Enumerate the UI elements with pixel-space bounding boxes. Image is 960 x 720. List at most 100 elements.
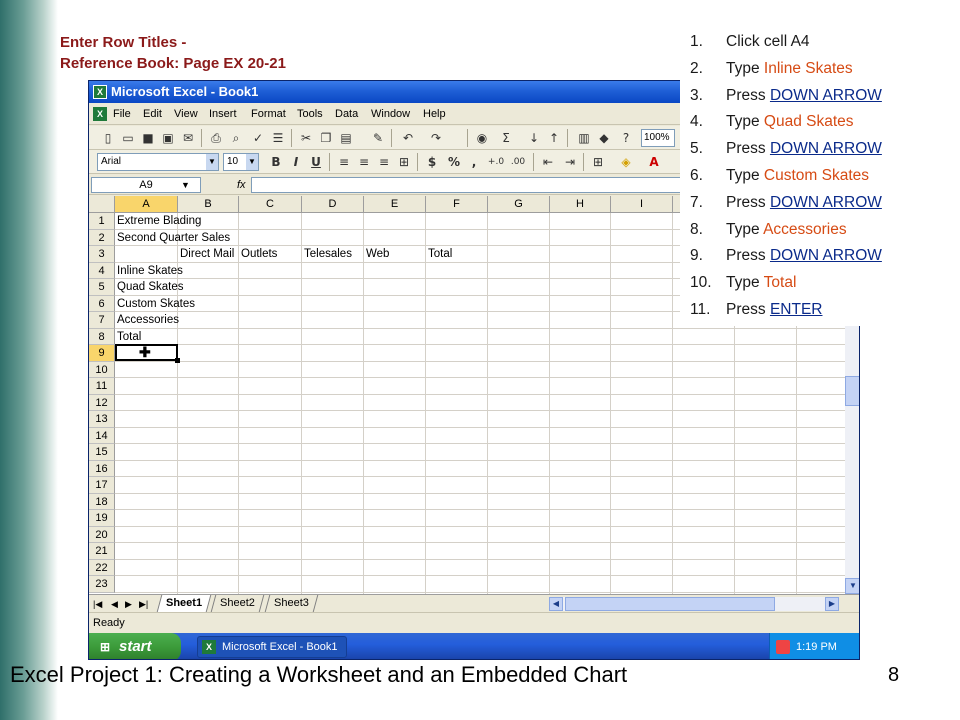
copy-icon[interactable]: ❐ (317, 129, 335, 147)
chevron-down-icon[interactable]: ▼ (246, 154, 258, 170)
decrease-decimal-icon[interactable]: .00 (509, 153, 527, 171)
scroll-down-icon[interactable]: ▼ (845, 578, 859, 594)
row-header-1[interactable]: 1 (89, 213, 115, 230)
chart-wizard-icon[interactable]: ▥ (575, 129, 593, 147)
autosum-icon[interactable]: Σ (497, 129, 515, 147)
cell-a6[interactable]: Custom Skates (117, 296, 195, 312)
menu-view[interactable]: View (174, 103, 198, 125)
hscroll-thumb[interactable] (565, 597, 775, 611)
insert-function-icon[interactable]: fx (237, 177, 246, 193)
cell-a5[interactable]: Quad Skates (117, 279, 183, 295)
menu-edit[interactable]: Edit (143, 103, 162, 125)
italic-button[interactable]: I (287, 153, 305, 171)
menu-help[interactable]: Help (423, 103, 446, 125)
column-header-g[interactable]: G (488, 196, 550, 213)
column-header-b[interactable]: B (178, 196, 239, 213)
underline-button[interactable]: U (307, 153, 325, 171)
cell-b3[interactable]: Direct Mail (180, 246, 234, 262)
start-button[interactable]: ⊞ start (89, 633, 181, 659)
print-icon[interactable]: ⎙ (207, 129, 225, 147)
percent-button[interactable]: % (445, 153, 463, 171)
research-icon[interactable]: ☰ (269, 129, 287, 147)
row-header-13[interactable]: 13 (89, 411, 115, 428)
comma-button[interactable]: , (465, 153, 483, 171)
cell-c3[interactable]: Outlets (241, 246, 277, 262)
cell-a8[interactable]: Total (117, 329, 141, 345)
chevron-down-icon[interactable]: ▼ (206, 154, 218, 170)
font-color-icon[interactable]: A (645, 153, 663, 171)
column-header-h[interactable]: H (550, 196, 611, 213)
cell-a2[interactable]: Second Quarter Sales (117, 230, 230, 246)
row-header-5[interactable]: 5 (89, 279, 115, 296)
row-header-15[interactable]: 15 (89, 444, 115, 461)
select-all-corner[interactable] (89, 196, 115, 213)
row-header-2[interactable]: 2 (89, 229, 115, 246)
permission-icon[interactable]: ▣ (159, 129, 177, 147)
drawing-icon[interactable]: ◆ (595, 129, 613, 147)
horizontal-scrollbar[interactable]: ◀ ▶ (549, 597, 839, 611)
menu-insert[interactable]: Insert (209, 103, 237, 125)
row-header-9[interactable]: 9 (89, 345, 115, 362)
scroll-right-icon[interactable]: ▶ (825, 597, 839, 611)
help-icon[interactable]: ? (617, 129, 635, 147)
sheet-tab-2[interactable]: Sheet2 (210, 595, 265, 612)
sort-descending-icon[interactable]: ↑ (545, 129, 563, 147)
column-header-e[interactable]: E (364, 196, 426, 213)
cell-f3[interactable]: Total (428, 246, 452, 262)
email-icon[interactable]: ✉ (179, 129, 197, 147)
menu-tools[interactable]: Tools (297, 103, 323, 125)
row-header-21[interactable]: 21 (89, 543, 115, 560)
sheet-tab-3[interactable]: Sheet3 (264, 595, 319, 612)
row-header-16[interactable]: 16 (89, 460, 115, 477)
last-sheet-icon[interactable]: ▶| (139, 597, 148, 611)
hyperlink-icon[interactable]: ◉ (473, 129, 491, 147)
cell-e3[interactable]: Web (366, 246, 389, 262)
prev-sheet-icon[interactable]: ◀ (111, 597, 118, 611)
merge-center-icon[interactable]: ⊞ (395, 153, 413, 171)
row-header-19[interactable]: 19 (89, 510, 115, 527)
next-sheet-icon[interactable]: ▶ (125, 597, 132, 611)
workbook-icon[interactable]: X (93, 107, 107, 121)
cell-a4[interactable]: Inline Skates (117, 263, 183, 279)
cell-a7[interactable]: Accessories (117, 312, 179, 328)
redo-icon[interactable]: ↷ (427, 129, 445, 147)
new-icon[interactable]: ▯ (99, 129, 117, 147)
menu-format[interactable]: Format (251, 103, 286, 125)
scroll-thumb[interactable] (845, 376, 859, 406)
row-header-23[interactable]: 23 (89, 576, 115, 593)
format-painter-icon[interactable]: ✎ (369, 129, 387, 147)
zoom-select[interactable]: 100% (641, 129, 675, 147)
row-header-18[interactable]: 18 (89, 493, 115, 510)
row-header-4[interactable]: 4 (89, 262, 115, 279)
save-icon[interactable]: ■ (139, 129, 157, 147)
row-header-22[interactable]: 22 (89, 559, 115, 576)
bold-button[interactable]: B (267, 153, 285, 171)
cell-d3[interactable]: Telesales (304, 246, 352, 262)
first-sheet-icon[interactable]: |◀ (93, 597, 102, 611)
column-header-f[interactable]: F (426, 196, 488, 213)
column-header-d[interactable]: D (302, 196, 364, 213)
font-select[interactable]: Arial ▼ (97, 153, 219, 171)
fill-handle[interactable] (175, 358, 180, 363)
align-right-icon[interactable]: ≡ (375, 153, 393, 171)
row-header-7[interactable]: 7 (89, 312, 115, 329)
align-center-icon[interactable]: ≡ (355, 153, 373, 171)
scroll-left-icon[interactable]: ◀ (549, 597, 563, 611)
row-header-11[interactable]: 11 (89, 378, 115, 395)
row-header-17[interactable]: 17 (89, 477, 115, 494)
active-cell-selection[interactable]: ✚ (115, 344, 180, 363)
row-header-20[interactable]: 20 (89, 526, 115, 543)
fill-color-icon[interactable]: ◈ (617, 153, 635, 171)
cell-a1[interactable]: Extreme Blading (117, 213, 201, 229)
taskbar-item-excel[interactable]: X Microsoft Excel - Book1 (197, 636, 347, 658)
row-header-12[interactable]: 12 (89, 394, 115, 411)
print-preview-icon[interactable]: ⌕ (227, 129, 245, 147)
increase-indent-icon[interactable]: ⇥ (561, 153, 579, 171)
row-header-6[interactable]: 6 (89, 295, 115, 312)
column-header-c[interactable]: C (239, 196, 302, 213)
menu-file[interactable]: File (113, 103, 131, 125)
decrease-indent-icon[interactable]: ⇤ (539, 153, 557, 171)
currency-button[interactable]: $ (423, 153, 441, 171)
align-left-icon[interactable]: ≡ (335, 153, 353, 171)
sheet-tab-1[interactable]: Sheet1 (156, 595, 212, 612)
